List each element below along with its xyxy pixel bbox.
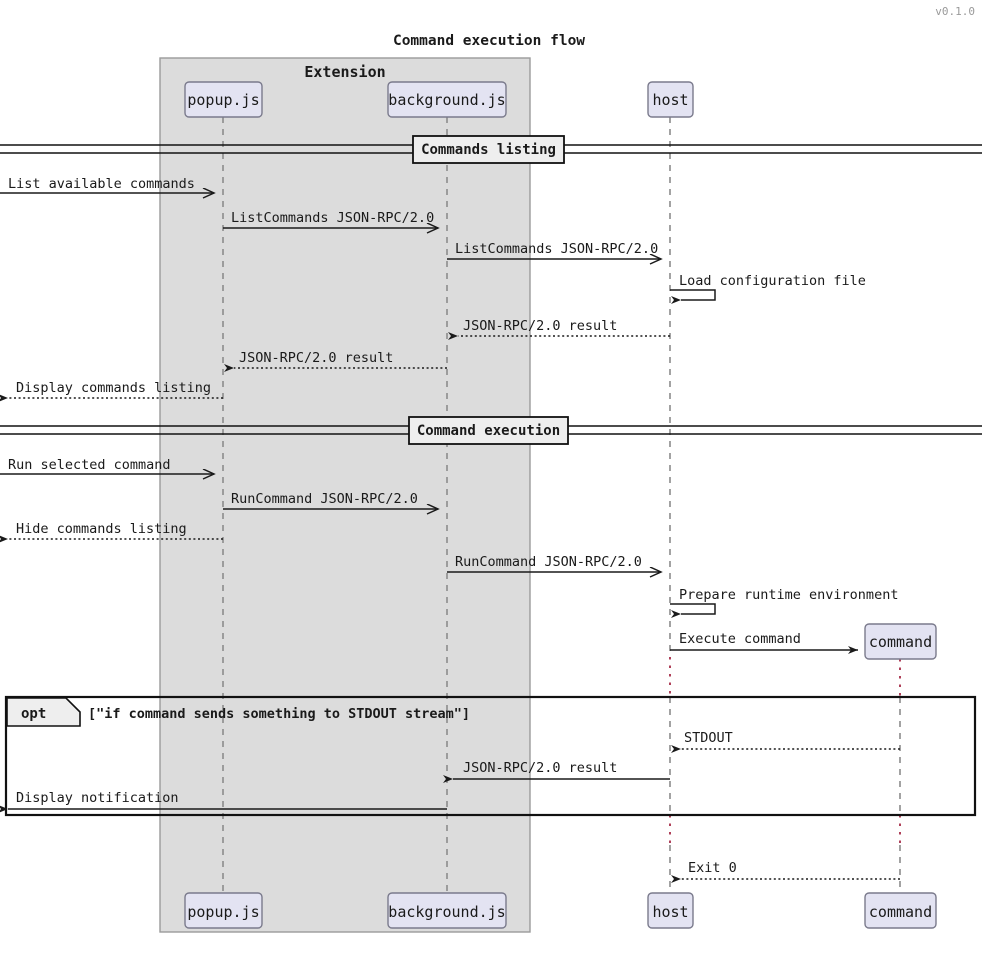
participant-label-command-bottom: command	[869, 903, 932, 921]
participant-host-top[interactable]: host	[647, 81, 694, 118]
participant-label-popup-bottom: popup.js	[187, 903, 259, 921]
message-label-m1: List available commands	[8, 176, 195, 192]
message-selfloop-m4[interactable]	[670, 289, 716, 304]
participant-label-popup-top: popup.js	[187, 91, 259, 109]
message-exit-0[interactable]: Exit 0	[671, 860, 900, 883]
message-prepare-runtime-environment[interactable]: Prepare runtime environment	[670, 587, 898, 618]
message-label-m7: Display commands listing	[16, 380, 211, 396]
message-label-m12: Prepare runtime environment	[679, 587, 898, 603]
message-label-m9: RunCommand JSON-RPC/2.0	[231, 491, 418, 507]
message-label-m17: Exit 0	[688, 860, 737, 876]
participant-label-host-bottom: host	[652, 903, 688, 921]
participant-command-bottom[interactable]: command	[864, 892, 937, 929]
fragment-guard-label: ["if command sends something to STDOUT s…	[88, 706, 470, 722]
divider-commands-listing: Commands listing	[0, 135, 982, 164]
message-label-m3: ListCommands JSON-RPC/2.0	[455, 241, 658, 257]
message-label-m13: Execute command	[679, 631, 801, 647]
group-title-extension: Extension	[304, 63, 385, 81]
message-execute-command[interactable]: Execute command	[670, 631, 858, 654]
message-listcommands-background-host[interactable]: ListCommands JSON-RPC/2.0	[447, 241, 661, 259]
message-label-m15: JSON-RPC/2.0 result	[463, 760, 617, 776]
message-label-m2: ListCommands JSON-RPC/2.0	[231, 210, 434, 226]
sequence-diagram-canvas: v0.1.0 Command execution flow Extension …	[0, 5, 982, 933]
message-runcommand-background-host[interactable]: RunCommand JSON-RPC/2.0	[447, 554, 661, 572]
message-runcommand-popup-background[interactable]: RunCommand JSON-RPC/2.0	[223, 491, 438, 509]
divider-command-execution: Command execution	[0, 416, 982, 445]
message-label-m8: Run selected command	[8, 457, 171, 473]
message-load-configuration-file[interactable]: Load configuration file	[670, 273, 866, 304]
message-display-commands-listing[interactable]: Display commands listing	[0, 380, 223, 402]
participant-command-created[interactable]: command	[864, 623, 937, 660]
message-label-m6: JSON-RPC/2.0 result	[239, 350, 393, 366]
message-result-host-background[interactable]: JSON-RPC/2.0 result	[448, 318, 670, 340]
participant-label-command-created: command	[869, 633, 932, 651]
message-label-m4: Load configuration file	[679, 273, 866, 289]
message-label-m16: Display notification	[16, 790, 179, 806]
message-selfloop-m12[interactable]	[670, 603, 716, 618]
message-list-available-commands[interactable]: List available commands	[0, 176, 214, 193]
participant-label-background-bottom: background.js	[388, 903, 505, 921]
message-label-m10: Hide commands listing	[16, 521, 187, 537]
divider-label-1: Commands listing	[421, 142, 556, 158]
sequence-diagram-root: v0.1.0 Command execution flow Extension …	[0, 0, 982, 975]
message-label-m11: RunCommand JSON-RPC/2.0	[455, 554, 642, 570]
participant-background-bottom[interactable]: background.js	[387, 892, 507, 929]
participant-popup-bottom[interactable]: popup.js	[184, 892, 263, 929]
message-label-m14: STDOUT	[684, 730, 733, 746]
divider-label-2: Command execution	[417, 423, 560, 439]
fragment-operator-label: opt	[21, 706, 46, 722]
participant-popup-top[interactable]: popup.js	[184, 81, 263, 118]
message-label-m5: JSON-RPC/2.0 result	[463, 318, 617, 334]
participant-background-top[interactable]: background.js	[387, 81, 507, 118]
message-stdout[interactable]: STDOUT	[671, 730, 900, 753]
message-listcommands-popup-background[interactable]: ListCommands JSON-RPC/2.0	[223, 210, 438, 228]
participant-label-background-top: background.js	[388, 91, 505, 109]
participant-host-bottom[interactable]: host	[647, 892, 694, 929]
version-label: v0.1.0	[935, 5, 975, 18]
diagram-title: Command execution flow	[393, 33, 585, 49]
participant-label-host-top: host	[652, 91, 688, 109]
